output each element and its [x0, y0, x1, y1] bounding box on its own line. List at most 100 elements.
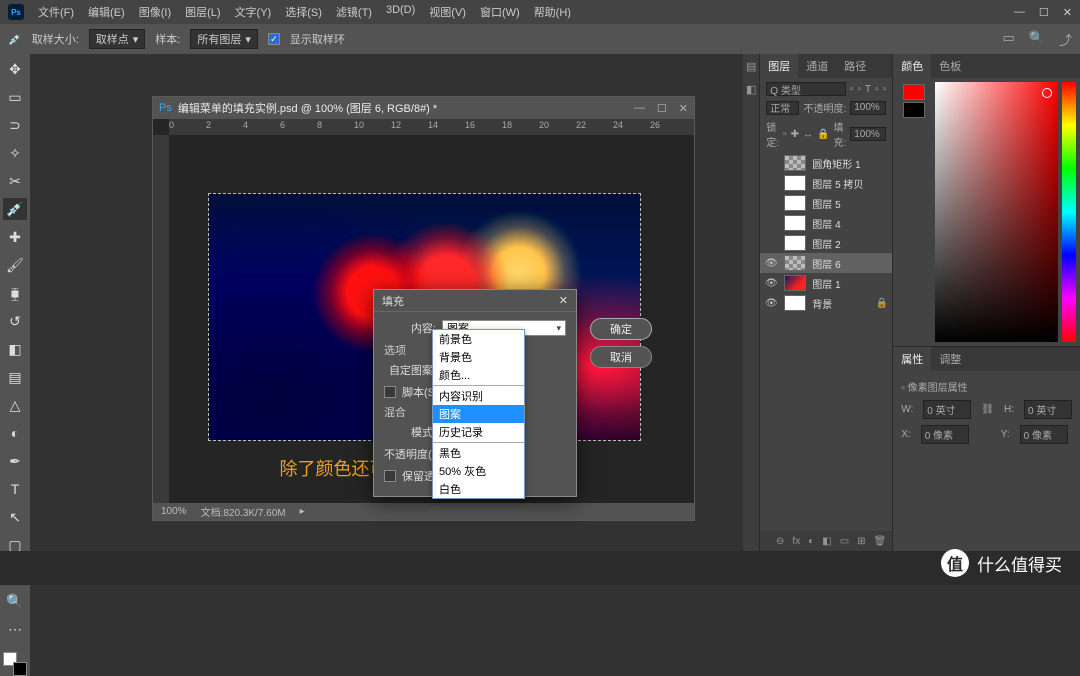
- hue-slider[interactable]: [1062, 82, 1076, 342]
- close-icon[interactable]: ✕: [1063, 6, 1072, 19]
- tab-layers[interactable]: 图层: [760, 54, 798, 78]
- dropdown-option[interactable]: 前景色: [433, 330, 524, 348]
- history-brush-icon[interactable]: ↺: [3, 310, 27, 332]
- tab-properties[interactable]: 属性: [893, 347, 931, 371]
- cancel-button[interactable]: 取消: [590, 346, 652, 368]
- tab-adjustments[interactable]: 调整: [931, 347, 969, 371]
- path-tool-icon[interactable]: ↖: [3, 506, 27, 528]
- layer-footer-icon[interactable]: 🗑: [874, 536, 887, 547]
- wand-tool-icon[interactable]: ✧: [3, 142, 27, 164]
- menu-layer[interactable]: 图层(L): [179, 4, 226, 20]
- layer-fill-value[interactable]: 100%: [850, 127, 886, 141]
- visibility-icon[interactable]: 👁: [764, 278, 778, 289]
- layer-footer-icon[interactable]: ⊞: [857, 536, 865, 547]
- type-tool-icon[interactable]: T: [3, 478, 27, 500]
- menu-image[interactable]: 图像(I): [133, 4, 177, 20]
- tab-paths[interactable]: 路径: [836, 54, 874, 78]
- lock-icon[interactable]: ↔: [803, 129, 813, 140]
- layer-footer-icon[interactable]: ◧: [822, 536, 831, 547]
- saturation-value-field[interactable]: [935, 82, 1058, 342]
- menu-view[interactable]: 视图(V): [423, 4, 472, 20]
- zoom-level[interactable]: 100%: [161, 506, 187, 517]
- zoom-tool-icon[interactable]: 🔍: [3, 590, 27, 612]
- layer-opacity-value[interactable]: 100%: [850, 101, 886, 115]
- fg-swatch[interactable]: [903, 84, 925, 100]
- content-dropdown[interactable]: 前景色背景色颜色...内容识别图案历史记录黑色50% 灰色白色: [432, 329, 525, 499]
- visibility-icon[interactable]: 👁: [764, 298, 778, 309]
- layer-footer-icon[interactable]: ◐: [808, 536, 814, 547]
- layer-row[interactable]: 图层 4: [760, 213, 892, 233]
- document-title-bar[interactable]: Ps 编辑菜单的填充实例.psd @ 100% (图层 6, RGB/8#) *…: [153, 97, 694, 119]
- lock-icon[interactable]: ▫: [783, 129, 787, 140]
- filter-icon[interactable]: T: [865, 84, 871, 95]
- layer-row[interactable]: 👁图层 1: [760, 273, 892, 293]
- dropdown-option[interactable]: 黑色: [433, 444, 524, 462]
- stamp-tool-icon[interactable]: ⧯: [3, 282, 27, 304]
- menu-select[interactable]: 选择(S): [279, 4, 328, 20]
- layer-row[interactable]: 👁图层 6: [760, 253, 892, 273]
- prop-x-input[interactable]: 0 像素: [921, 425, 969, 444]
- prop-w-input[interactable]: 0 英寸: [923, 400, 971, 419]
- layer-row[interactable]: 圆角矩形 1: [760, 153, 892, 173]
- color-picker[interactable]: [893, 78, 1080, 346]
- move-tool-icon[interactable]: ✥: [3, 58, 27, 80]
- minimize-icon[interactable]: —: [1014, 6, 1025, 19]
- dropdown-option[interactable]: 背景色: [433, 348, 524, 366]
- menu-file[interactable]: 文件(F): [32, 4, 80, 20]
- prop-h-input[interactable]: 0 英寸: [1024, 400, 1072, 419]
- show-ring-checkbox[interactable]: ✓: [268, 33, 280, 45]
- sample-size-select[interactable]: 取样点 ▾: [89, 29, 146, 49]
- doc-minimize-icon[interactable]: —: [634, 102, 645, 115]
- layer-row[interactable]: 图层 2: [760, 233, 892, 253]
- preserve-trans-checkbox[interactable]: [384, 470, 396, 482]
- menu-edit[interactable]: 编辑(E): [82, 4, 131, 20]
- layer-row[interactable]: 图层 5 拷贝: [760, 173, 892, 193]
- search-icon[interactable]: 🔍: [1029, 30, 1045, 49]
- marquee-tool-icon[interactable]: ▭: [3, 86, 27, 108]
- pen-tool-icon[interactable]: ✒: [3, 450, 27, 472]
- workspace-icon[interactable]: ▭: [1003, 30, 1015, 49]
- layer-kind-filter[interactable]: Q 类型: [766, 82, 846, 96]
- filter-icon[interactable]: ▫: [883, 84, 887, 95]
- panel-icon[interactable]: ◧: [746, 83, 756, 96]
- tab-color[interactable]: 颜色: [893, 54, 931, 78]
- eraser-tool-icon[interactable]: ◧: [3, 338, 27, 360]
- visibility-icon[interactable]: 👁: [764, 258, 778, 269]
- sample-layers-select[interactable]: 所有图层 ▾: [190, 29, 258, 49]
- eyedropper-tool-icon[interactable]: 💉: [3, 198, 27, 220]
- dropdown-option[interactable]: 内容识别: [433, 387, 524, 405]
- link-icon[interactable]: ⛓: [981, 404, 994, 415]
- maximize-icon[interactable]: ☐: [1039, 6, 1049, 19]
- prop-y-input[interactable]: 0 像素: [1020, 425, 1068, 444]
- doc-info-caret-icon[interactable]: ▸: [300, 506, 305, 517]
- layer-row[interactable]: 👁背景🔒: [760, 293, 892, 313]
- blur-tool-icon[interactable]: △: [3, 394, 27, 416]
- dodge-tool-icon[interactable]: ◐: [3, 422, 27, 444]
- layer-footer-icon[interactable]: ⊖: [776, 536, 784, 547]
- share-icon[interactable]: ⤴: [1059, 30, 1072, 49]
- menu-window[interactable]: 窗口(W): [474, 4, 526, 20]
- menu-type[interactable]: 文字(Y): [229, 4, 278, 20]
- color-swatch[interactable]: [3, 652, 27, 676]
- filter-icon[interactable]: ▫: [875, 84, 879, 95]
- blend-mode-select[interactable]: 正常: [766, 101, 799, 115]
- dialog-title-bar[interactable]: 填充 ✕: [374, 290, 576, 312]
- menu-filter[interactable]: 滤镜(T): [330, 4, 378, 20]
- crop-tool-icon[interactable]: ✂: [3, 170, 27, 192]
- lock-icon[interactable]: ✚: [791, 129, 799, 140]
- tab-channels[interactable]: 通道: [798, 54, 836, 78]
- dropdown-option[interactable]: 颜色...: [433, 366, 524, 384]
- gradient-tool-icon[interactable]: ▤: [3, 366, 27, 388]
- filter-icon[interactable]: ▫: [858, 84, 862, 95]
- menu-3d[interactable]: 3D(D): [380, 4, 421, 20]
- layer-row[interactable]: 图层 5: [760, 193, 892, 213]
- doc-maximize-icon[interactable]: ☐: [657, 102, 667, 115]
- tab-swatches[interactable]: 色板: [931, 54, 969, 78]
- menu-help[interactable]: 帮助(H): [528, 4, 577, 20]
- dropdown-option[interactable]: 图案: [433, 405, 524, 423]
- layer-footer-icon[interactable]: ▭: [840, 536, 849, 547]
- heal-tool-icon[interactable]: ✚: [3, 226, 27, 248]
- dialog-close-icon[interactable]: ✕: [559, 294, 568, 307]
- layer-footer-icon[interactable]: fx: [792, 536, 800, 547]
- ok-button[interactable]: 确定: [590, 318, 652, 340]
